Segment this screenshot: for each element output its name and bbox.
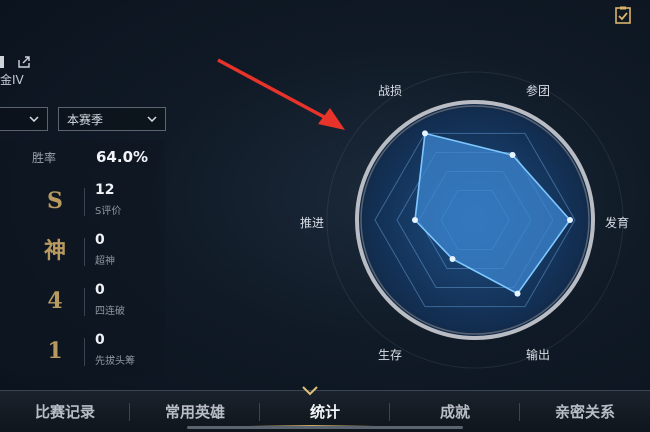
annotation-arrow: [217, 58, 345, 130]
tab-label: 常用英雄: [164, 403, 225, 421]
tab-label: 成就: [439, 403, 470, 421]
tab-match-history[interactable]: 比赛记录: [0, 391, 130, 432]
tab-label: 统计: [309, 403, 340, 421]
tab-label: 比赛记录: [34, 403, 95, 421]
active-tab-indicator-icon: [302, 386, 318, 396]
tab-intimacy[interactable]: 亲密关系: [520, 391, 650, 432]
tab-label: 亲密关系: [554, 403, 615, 421]
home-indicator: [187, 426, 463, 429]
